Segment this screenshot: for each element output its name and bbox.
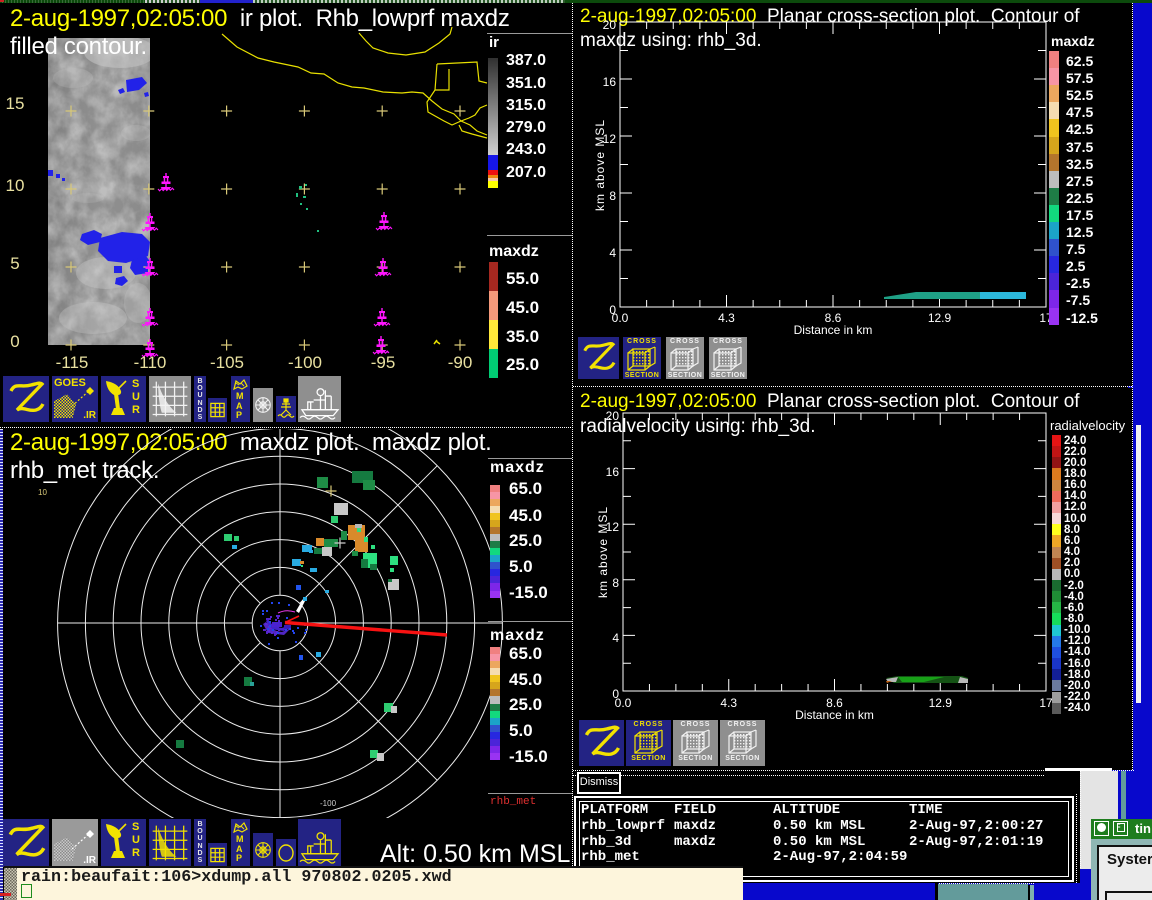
svg-text:-100: -100 bbox=[320, 799, 337, 808]
svg-text:10: 10 bbox=[38, 488, 47, 497]
